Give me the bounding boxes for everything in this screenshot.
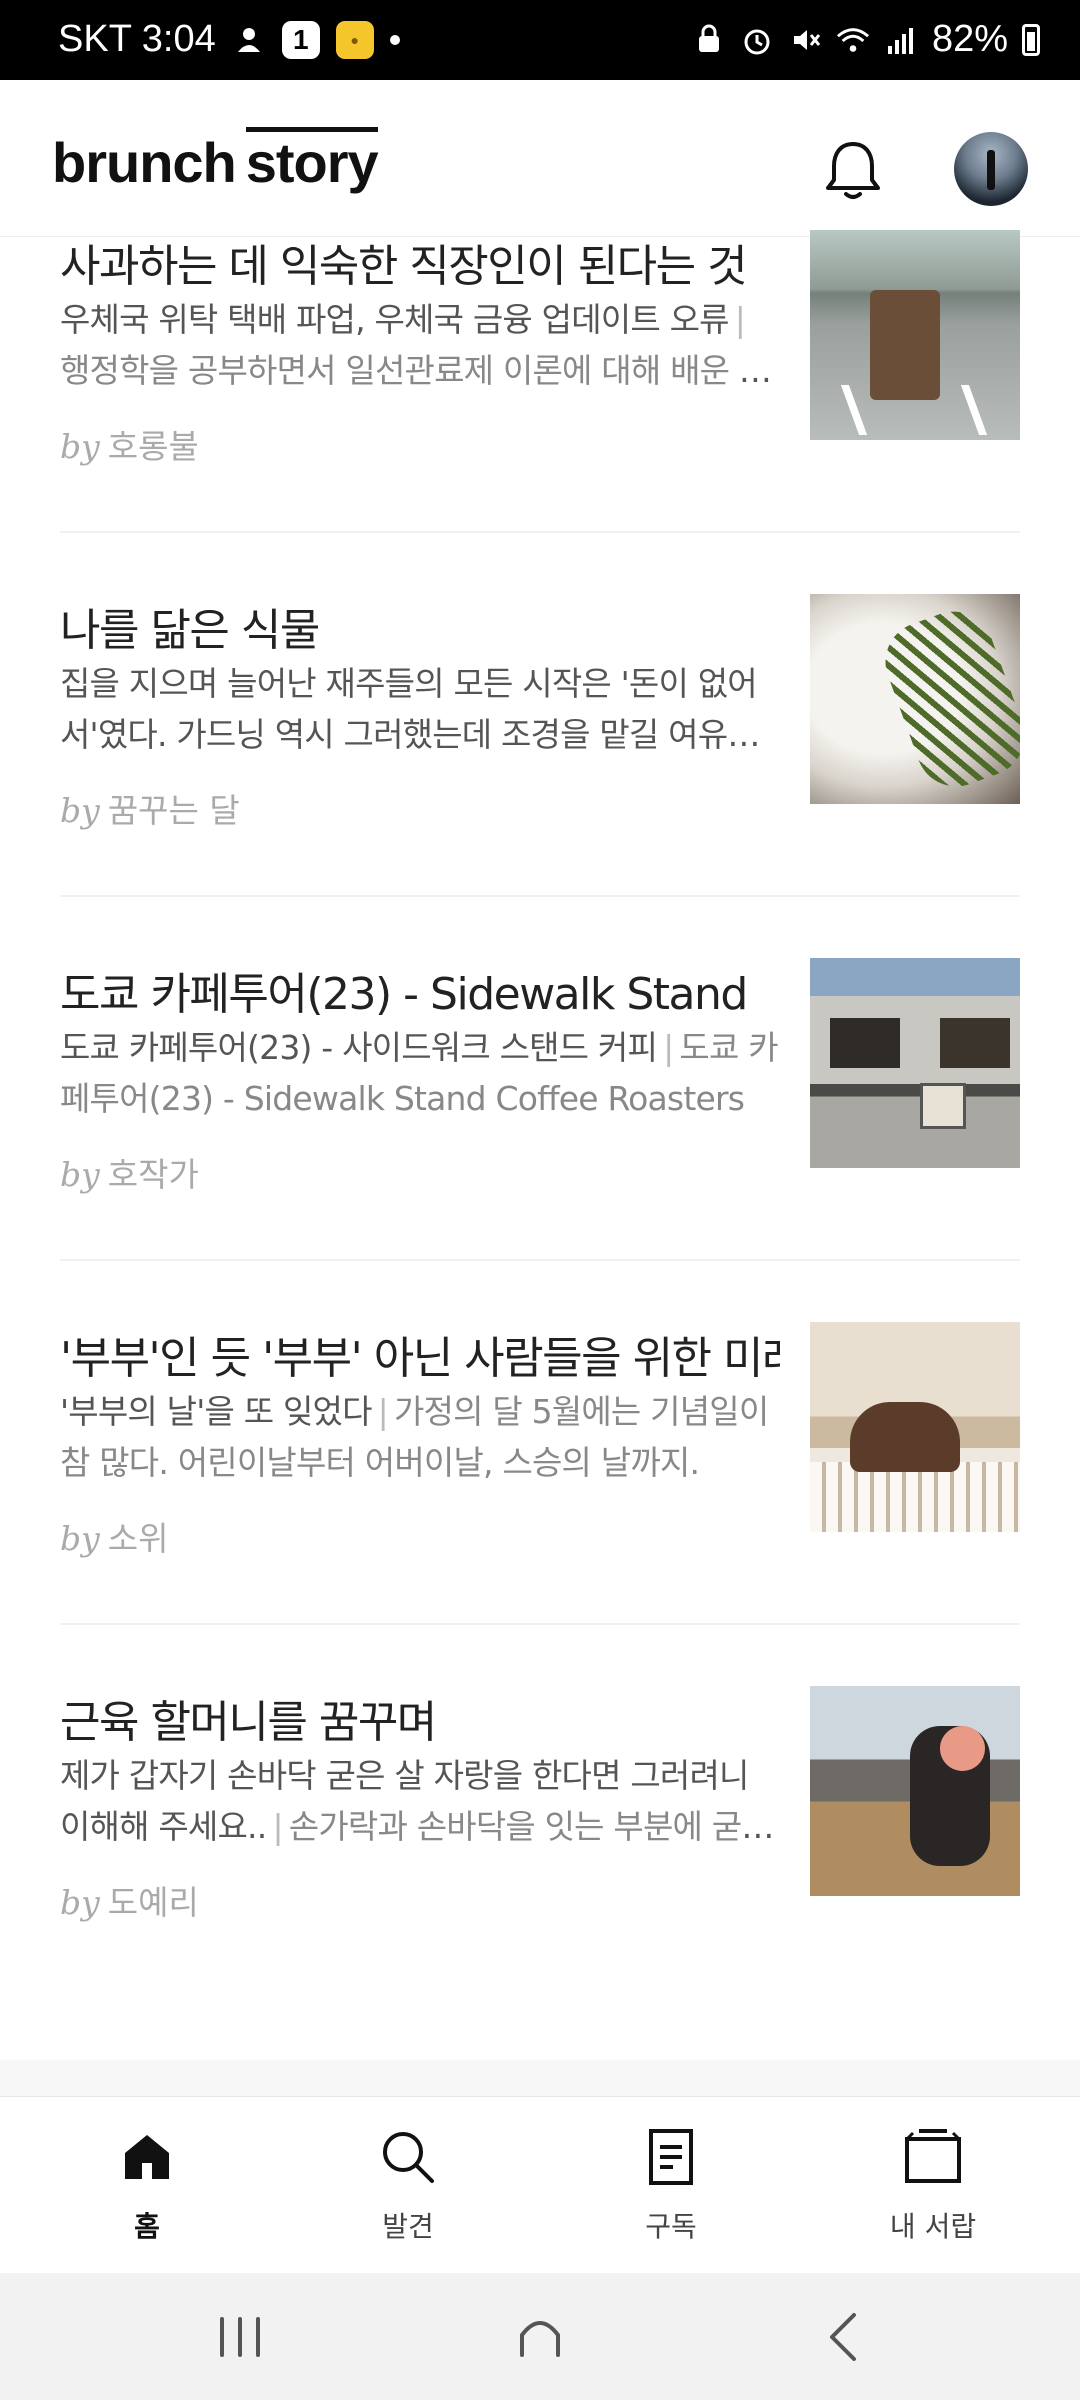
divider (60, 895, 1020, 897)
article-byline: by 호작가 (60, 1155, 199, 1194)
bell-icon[interactable] (818, 136, 888, 206)
home-icon (125, 2135, 169, 2179)
article-byline: by 소위 (60, 1519, 169, 1558)
article-author: 꿈꾸는 달 (107, 791, 240, 830)
article-author: 호작가 (107, 1155, 199, 1194)
tab-library-label: 내 서랍 (889, 2210, 977, 2243)
article-byline: by 호롱불 (60, 427, 199, 466)
battery-percent: 82% (931, 18, 1008, 60)
recent-apps-icon[interactable] (210, 2307, 270, 2367)
divider (60, 1259, 1020, 1261)
status-left: SKT 3:04 1 ● (58, 18, 400, 61)
kakao-notification-icon: ● (335, 20, 374, 59)
article-title: 근육 할머니를 꿈꾸며 (60, 1697, 437, 1748)
article-author: 호롱불 (107, 427, 199, 466)
brunch-logo[interactable]: brunch story (52, 130, 379, 195)
status-right: 82% (692, 18, 1040, 61)
article-thumbnail (810, 230, 1020, 440)
article-byline: by 꿈꾸는 달 (60, 791, 240, 830)
article-thumbnail (810, 594, 1020, 804)
app-lock-icon (692, 23, 726, 57)
article-item[interactable]: 나를 닮은 식물 집을 지으며 늘어난 재주들의 모든 시작은 '돈이 없어서'… (60, 594, 1020, 957)
tab-discover[interactable]: 발견 (308, 2125, 508, 2245)
article-title: 사과하는 데 익숙한 직장인이 된다는 것 (60, 241, 748, 292)
tab-home-label: 홈 (134, 2210, 160, 2243)
home-nav-icon[interactable] (510, 2307, 570, 2367)
article-item[interactable]: '부부'인 듯 '부부' 아닌 사람들을 위한 미래 '부부의 날'을 또 잊었… (60, 1322, 1020, 1685)
drawer-icon (905, 2129, 961, 2183)
article-title: '부부'인 듯 '부부' 아닌 사람들을 위한 미래 (60, 1333, 780, 1384)
tab-library[interactable]: 내 서랍 (833, 2125, 1033, 2245)
search-icon (383, 2132, 434, 2183)
article-title: 도쿄 카페투어(23) - Sidewalk Stand (60, 969, 748, 1020)
article-description: 우체국 위탁 택배 파업, 우체국 금융 업데이트 오류 |행정학을 공부하면서 … (60, 300, 769, 390)
logo-brunch-text: brunch (52, 131, 237, 194)
signal-icon (884, 23, 918, 57)
article-description: 집을 지으며 늘어난 재주들의 모든 시작은 '돈이 없어서'였다. 가드닝 역… (60, 664, 758, 754)
profile-avatar[interactable] (954, 132, 1028, 206)
tab-discover-label: 발견 (382, 2210, 434, 2243)
tab-subscribe[interactable]: 구독 (571, 2125, 771, 2245)
article-author: 소위 (107, 1519, 169, 1558)
more-notifications-dot (389, 34, 400, 45)
article-description: '부부의 날'을 또 잊었다 | 가정의 달 5월에는 기념일이 참 많다. 어린이… (60, 1392, 769, 1482)
tab-subscribe-label: 구독 (645, 2210, 697, 2243)
app-header: brunch story (0, 80, 1080, 237)
back-icon[interactable] (816, 2307, 876, 2367)
alarm-icon (740, 23, 774, 57)
article-thumbnail (810, 1686, 1020, 1896)
article-thumbnail (810, 958, 1020, 1168)
article-author: 도예리 (107, 1883, 199, 1922)
article-thumbnail (810, 1322, 1020, 1532)
bottom-tab-bar: 홈 발견 구독 내 서랍 (0, 2097, 1080, 2273)
article-description: 제가 갑자기 손바닥 굳은 살 자랑을 한다면 그러려니 이해해 주세요.. | 손… (60, 1756, 772, 1846)
article-title: 나를 닮은 식물 (60, 605, 320, 656)
document-list-icon (649, 2129, 693, 2185)
divider (60, 531, 1020, 533)
divider (60, 1623, 1020, 1625)
carrier-time: SKT 3:04 (58, 18, 216, 60)
logo-story-text: story (245, 131, 379, 194)
battery-icon (1022, 23, 1040, 56)
wifi-icon (836, 23, 870, 57)
notification-count-badge: 1 (281, 20, 320, 59)
article-item[interactable]: 사과하는 데 익숙한 직장인이 된다는 것 우체국 위탁 택배 파업, 우체국 … (60, 230, 1020, 593)
mute-icon (788, 23, 822, 57)
system-nav-bar (0, 2273, 1080, 2400)
article-byline: by 도예리 (60, 1883, 199, 1922)
article-item[interactable]: 도쿄 카페투어(23) - Sidewalk Stand 도쿄 카페투어(23)… (60, 958, 1020, 1321)
status-bar: SKT 3:04 1 ● 82% (0, 0, 1080, 80)
tab-home[interactable]: 홈 (47, 2125, 247, 2245)
notification-app-icon (232, 23, 266, 57)
article-item[interactable]: 근육 할머니를 꿈꾸며 제가 갑자기 손바닥 굳은 살 자랑을 한다면 그러려니… (60, 1686, 1020, 2049)
article-description: 도쿄 카페투어(23) - 사이드워크 스탠드 커피 | 도쿄 카페투어(23) -… (60, 1028, 779, 1118)
feed-end-strip (0, 2060, 1080, 2097)
